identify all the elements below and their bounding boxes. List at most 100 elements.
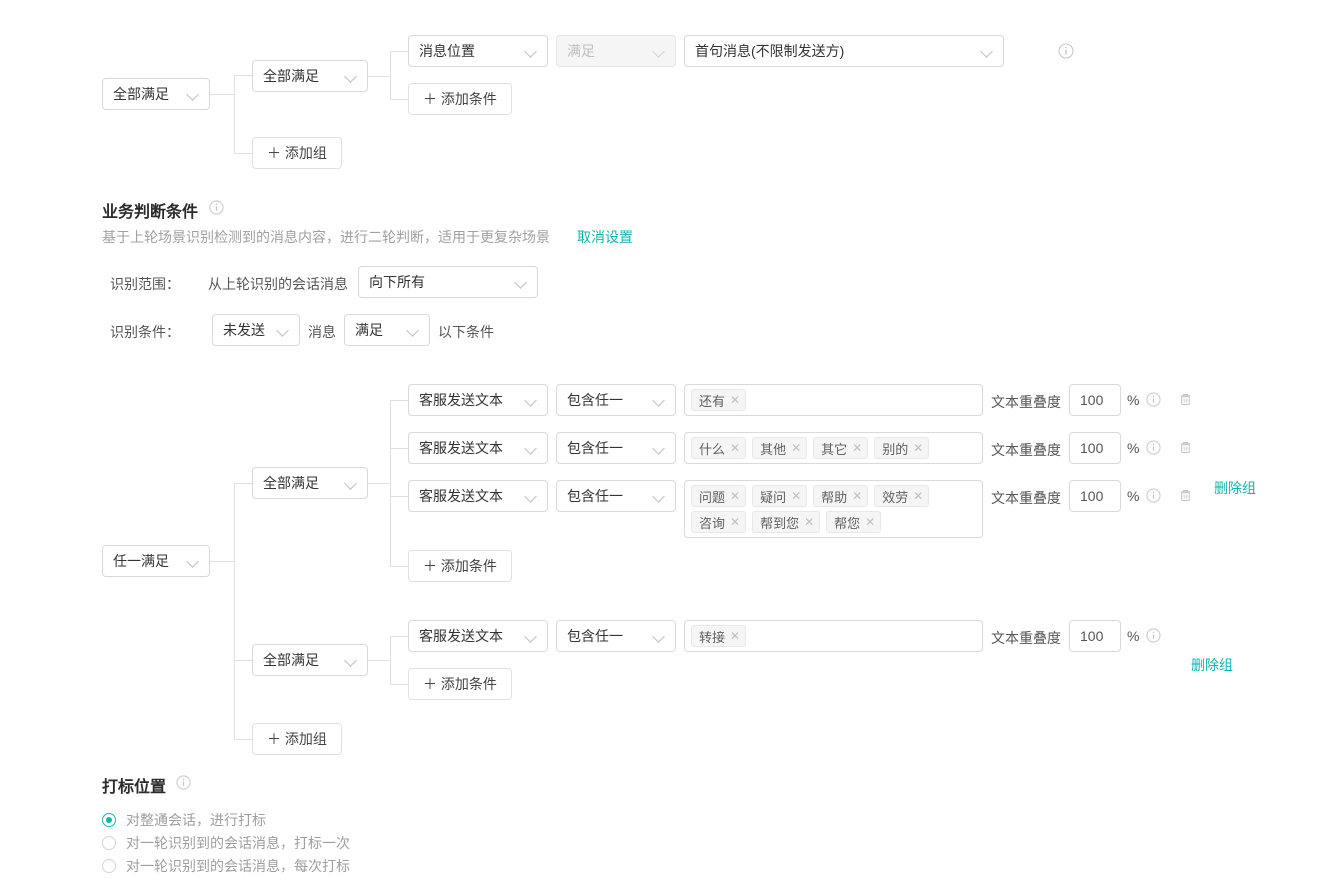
tag-remove-icon[interactable]: ✕ bbox=[791, 490, 801, 502]
chevron-down-icon bbox=[525, 45, 537, 57]
cancel-setting-link[interactable]: 取消设置 bbox=[577, 227, 633, 247]
scene-root-logic-select[interactable]: 全部满足 bbox=[102, 78, 210, 110]
business-group-2-delete-link[interactable]: 删除组 bbox=[1191, 655, 1233, 675]
business-g2-r1-percent: % bbox=[1127, 628, 1140, 644]
business-group-1-add-condition-button[interactable]: ＋ 添加条件 bbox=[408, 550, 512, 582]
scene-condition-field-value: 消息位置 bbox=[419, 43, 475, 59]
tag-remove-icon[interactable]: ✕ bbox=[865, 516, 875, 528]
tree-line bbox=[234, 75, 235, 154]
business-group-2-logic-select[interactable]: 全部满足 bbox=[252, 644, 368, 676]
business-g1-r3-overlap-input[interactable]: 100 bbox=[1069, 480, 1121, 512]
tag-chip[interactable]: 效劳 ✕ bbox=[874, 485, 930, 507]
tag-remove-icon[interactable]: ✕ bbox=[730, 394, 740, 406]
tag-chip[interactable]: 咨询 ✕ bbox=[691, 511, 747, 533]
tag-label: 帮到您 bbox=[760, 515, 800, 531]
tag-label: 问题 bbox=[699, 489, 726, 505]
info-circle-icon[interactable] bbox=[176, 775, 191, 790]
scene-group-logic-select[interactable]: 全部满足 bbox=[252, 60, 368, 92]
info-circle-icon[interactable] bbox=[209, 200, 224, 215]
radio-icon[interactable] bbox=[102, 836, 116, 850]
tag-chip[interactable]: 其他 ✕ bbox=[752, 437, 808, 459]
tag-remove-icon[interactable]: ✕ bbox=[730, 442, 740, 454]
business-root-logic-select[interactable]: 任一满足 bbox=[102, 545, 210, 577]
tag-remove-icon[interactable]: ✕ bbox=[730, 630, 740, 642]
tree-line bbox=[390, 684, 408, 685]
tag-remove-icon[interactable]: ✕ bbox=[730, 516, 740, 528]
business-g1-r3-tag-input[interactable]: 问题 ✕ 疑问 ✕ 帮助 ✕ 效劳 ✕ 咨询 ✕ 帮到您 ✕ 帮您 ✕ bbox=[684, 480, 983, 538]
info-circle-icon[interactable] bbox=[1058, 43, 1074, 59]
tag-chip[interactable]: 别的 ✕ bbox=[874, 437, 930, 459]
business-g2-r1-operator-value: 包含任一 bbox=[567, 628, 623, 644]
tag-chip[interactable]: 问题 ✕ bbox=[691, 485, 747, 507]
trash-icon[interactable] bbox=[1178, 488, 1193, 503]
recognize-condition-label: 识别条件： bbox=[110, 324, 180, 340]
scene-group-logic-value: 全部满足 bbox=[263, 68, 319, 84]
scene-condition-operator-select[interactable]: 满足 bbox=[556, 35, 676, 67]
info-circle-icon[interactable] bbox=[1146, 392, 1161, 407]
business-g2-r1-overlap-label: 文本重叠度 bbox=[991, 630, 1061, 646]
chevron-down-icon bbox=[345, 70, 357, 82]
tag-position-option-0[interactable]: 对整通会话，进行打标 bbox=[102, 810, 266, 830]
radio-icon[interactable] bbox=[102, 813, 116, 827]
info-circle-icon[interactable] bbox=[1146, 488, 1161, 503]
tag-chip[interactable]: 转接 ✕ bbox=[691, 625, 747, 647]
tag-chip[interactable]: 帮助 ✕ bbox=[813, 485, 869, 507]
tag-chip[interactable]: 疑问 ✕ bbox=[752, 485, 808, 507]
tag-remove-icon[interactable]: ✕ bbox=[913, 442, 923, 454]
scene-add-group-button[interactable]: ＋ 添加组 bbox=[252, 137, 342, 169]
business-root-logic-value: 任一满足 bbox=[113, 553, 169, 569]
tag-remove-icon[interactable]: ✕ bbox=[791, 442, 801, 454]
business-g1-r2-tag-input[interactable]: 什么 ✕ 其他 ✕ 其它 ✕ 别的 ✕ bbox=[684, 432, 983, 464]
tag-chip[interactable]: 帮您 ✕ bbox=[826, 511, 882, 533]
business-g1-r3-field-select[interactable]: 客服发送文本 bbox=[408, 480, 548, 512]
tag-chip[interactable]: 其它 ✕ bbox=[813, 437, 869, 459]
business-g2-r1-operator-select[interactable]: 包含任一 bbox=[556, 620, 676, 652]
tag-remove-icon[interactable]: ✕ bbox=[730, 490, 740, 502]
tree-line bbox=[210, 94, 234, 95]
business-g2-r1-overlap-input[interactable]: 100 bbox=[1069, 620, 1121, 652]
business-g1-r2-field-select[interactable]: 客服发送文本 bbox=[408, 432, 548, 464]
info-circle-icon[interactable] bbox=[1146, 628, 1161, 643]
trash-icon[interactable] bbox=[1178, 440, 1193, 455]
business-g1-r1-field-select[interactable]: 客服发送文本 bbox=[408, 384, 548, 416]
business-g1-r1-overlap-input[interactable]: 100 bbox=[1069, 384, 1121, 416]
match-select[interactable]: 满足 bbox=[344, 314, 430, 346]
business-g1-r2-operator-select[interactable]: 包含任一 bbox=[556, 432, 676, 464]
business-add-group-button[interactable]: ＋ 添加组 bbox=[252, 723, 342, 755]
business-g1-r1-tag-input[interactable]: 还有 ✕ bbox=[684, 384, 983, 416]
scope-select[interactable]: 向下所有 bbox=[358, 266, 538, 298]
business-group-2-add-condition-button[interactable]: ＋ 添加条件 bbox=[408, 668, 512, 700]
tag-remove-icon[interactable]: ✕ bbox=[852, 442, 862, 454]
match-select-value: 满足 bbox=[355, 322, 383, 338]
scene-condition-field-select[interactable]: 消息位置 bbox=[408, 35, 548, 67]
business-g1-r2-overlap-input[interactable]: 100 bbox=[1069, 432, 1121, 464]
tag-position-option-2[interactable]: 对一轮识别到的会话消息，每次打标 bbox=[102, 856, 350, 876]
info-circle-icon[interactable] bbox=[1146, 440, 1161, 455]
business-g2-r1-tag-input[interactable]: 转接 ✕ bbox=[684, 620, 983, 652]
trash-icon[interactable] bbox=[1178, 392, 1193, 407]
tag-label: 帮助 bbox=[821, 489, 848, 505]
business-g1-r2-percent: % bbox=[1127, 440, 1140, 456]
business-group-1-logic-select[interactable]: 全部满足 bbox=[252, 467, 368, 499]
tag-chip[interactable]: 还有 ✕ bbox=[691, 389, 747, 411]
scene-add-condition-button[interactable]: ＋ 添加条件 bbox=[408, 83, 512, 115]
send-state-select[interactable]: 未发送 bbox=[212, 314, 300, 346]
tree-line bbox=[234, 739, 252, 740]
tag-label: 其他 bbox=[760, 441, 787, 457]
tag-remove-icon[interactable]: ✕ bbox=[852, 490, 862, 502]
business-group-1-delete-link[interactable]: 删除组 bbox=[1214, 478, 1256, 498]
tag-remove-icon[interactable]: ✕ bbox=[804, 516, 814, 528]
business-g1-r1-operator-select[interactable]: 包含任一 bbox=[556, 384, 676, 416]
tree-line bbox=[390, 400, 408, 401]
radio-icon[interactable] bbox=[102, 859, 116, 873]
tree-line bbox=[368, 483, 390, 484]
scene-condition-value-select[interactable]: 首句消息(不限制发送方) bbox=[684, 35, 1004, 67]
tag-chip[interactable]: 帮到您 ✕ bbox=[752, 511, 821, 533]
tag-remove-icon[interactable]: ✕ bbox=[913, 490, 923, 502]
tag-position-option-1[interactable]: 对一轮识别到的会话消息，打标一次 bbox=[102, 833, 350, 853]
scene-root-logic-value: 全部满足 bbox=[113, 86, 169, 102]
tree-line bbox=[390, 636, 408, 637]
tag-chip[interactable]: 什么 ✕ bbox=[691, 437, 747, 459]
business-g2-r1-field-select[interactable]: 客服发送文本 bbox=[408, 620, 548, 652]
business-g1-r3-operator-select[interactable]: 包含任一 bbox=[556, 480, 676, 512]
